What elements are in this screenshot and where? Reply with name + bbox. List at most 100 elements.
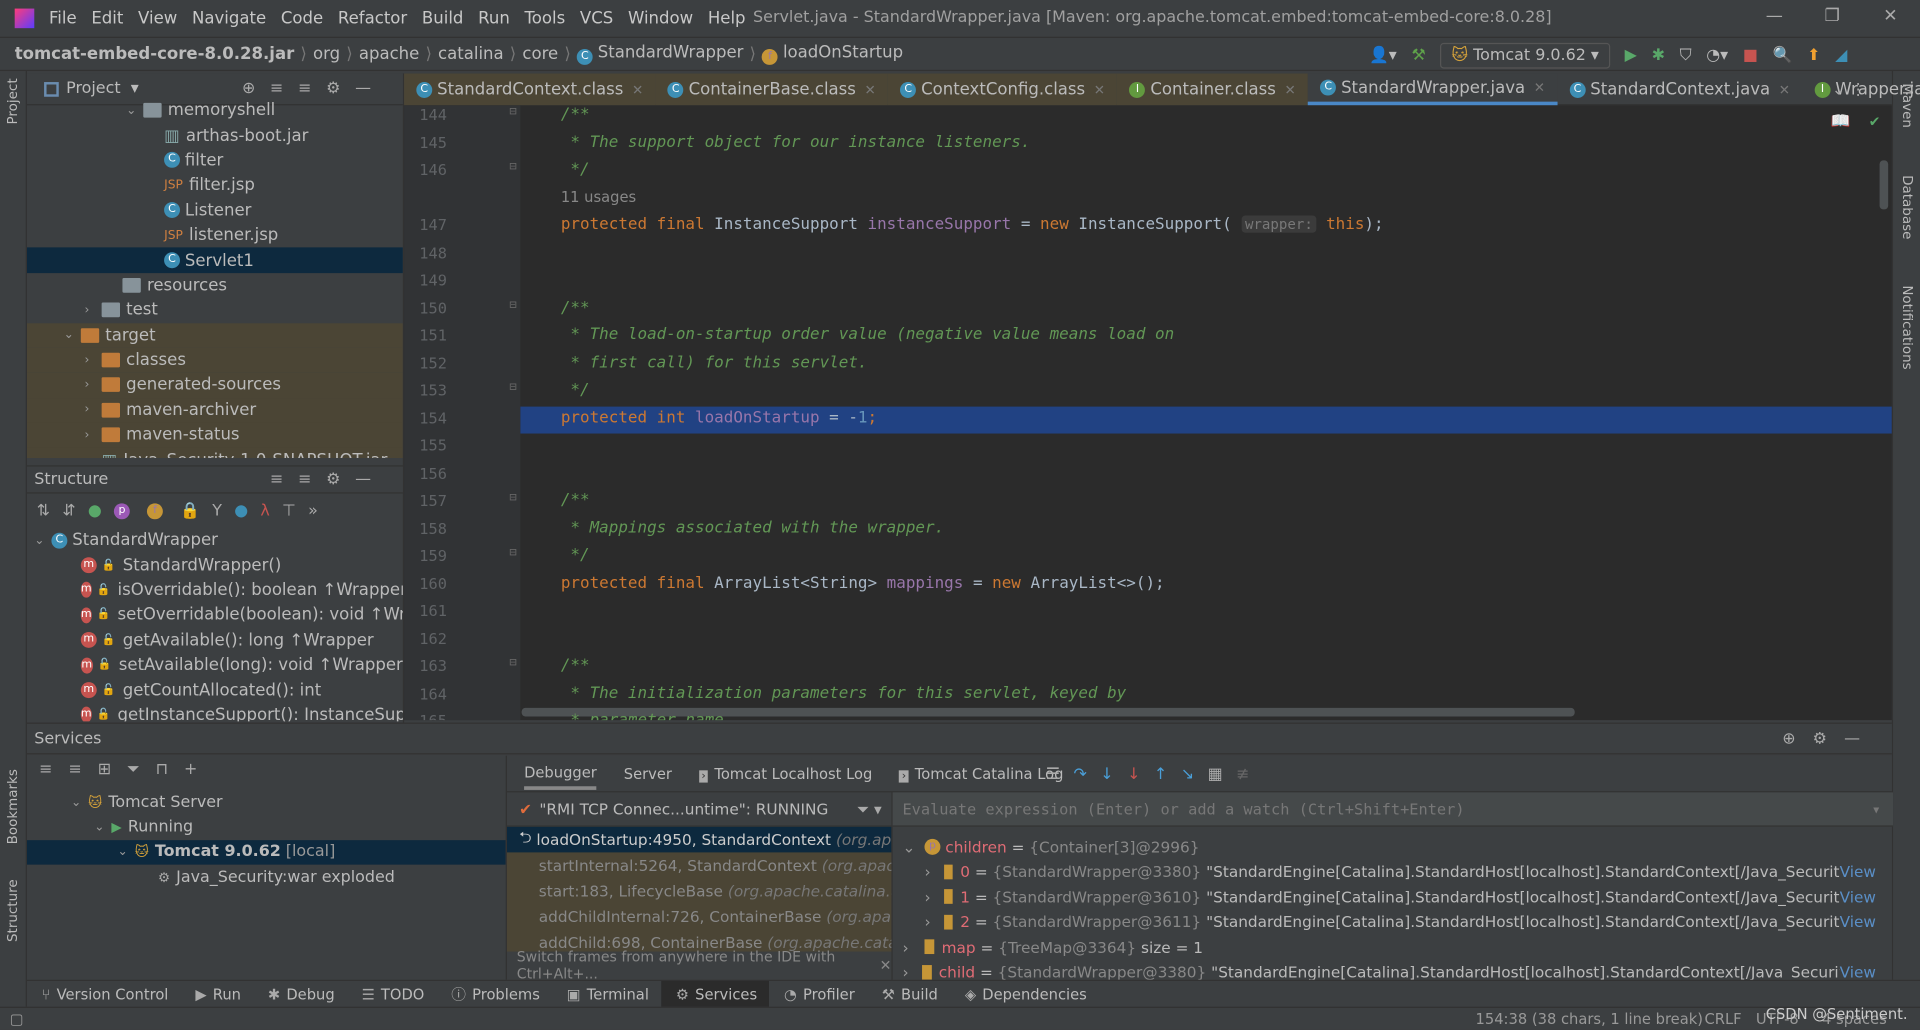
maximize-button[interactable]: ❐ xyxy=(1824,6,1839,26)
run-icon[interactable]: ▶ xyxy=(1625,47,1637,65)
stop-icon[interactable]: ■ xyxy=(1743,47,1758,65)
menu-window[interactable]: Window xyxy=(628,9,693,29)
close-tab-icon[interactable]: ✕ xyxy=(1284,81,1295,97)
stripe-bookmarks[interactable]: Bookmarks xyxy=(5,769,21,844)
project-tree-item[interactable]: › test xyxy=(27,298,403,323)
stripe-project[interactable]: Project xyxy=(5,78,21,124)
variable-row[interactable]: ⌄ p children = {Container[3]@2996} xyxy=(893,834,1879,859)
service-tree-item[interactable]: ⌄ 🐱 Tomcat 9.0.62 [local] xyxy=(26,839,506,865)
line-separator[interactable]: CRLF xyxy=(1704,1010,1741,1027)
structure-panel-actions[interactable]: ≡≡⚙— xyxy=(270,470,386,488)
chevron-right-icon[interactable]: › xyxy=(902,938,924,956)
menu-navigate[interactable]: Navigate xyxy=(192,9,266,29)
view-link[interactable]: View xyxy=(1840,888,1879,906)
editor-tab[interactable]: C ContextConfig.class ✕ xyxy=(888,73,1118,106)
project-tree-item[interactable]: C Servlet1 xyxy=(26,247,403,273)
code-token[interactable]: 11 usages xyxy=(561,188,636,205)
anonymous-icon[interactable]: Y xyxy=(212,502,222,520)
trace-icon[interactable]: ≢ xyxy=(1236,765,1249,783)
services-panel-actions[interactable]: ⊕⚙— xyxy=(1782,729,1877,747)
menu-vcs[interactable]: VCS xyxy=(580,9,613,29)
stripe-notifications[interactable]: Notifications xyxy=(1899,285,1915,369)
tool-window-services[interactable]: ⚙ Services xyxy=(661,980,770,1008)
stripe-database[interactable]: Database xyxy=(1899,175,1915,239)
autoscroll-icon[interactable]: ⊤ xyxy=(282,502,296,520)
chevron-right-icon[interactable]: › xyxy=(84,353,101,366)
chevron-right-icon[interactable]: › xyxy=(84,378,101,391)
stripe-structure[interactable]: Structure xyxy=(5,879,21,942)
chevron-down-icon[interactable]: ⌄ xyxy=(118,846,135,859)
tool-window-run[interactable]: ▶ Run xyxy=(181,980,254,1007)
menu-file[interactable]: File xyxy=(49,9,77,29)
group-icon[interactable]: ⊞ xyxy=(98,761,111,779)
editor-scrollbar[interactable] xyxy=(1879,160,1889,210)
profile-icon[interactable]: ◔▾ xyxy=(1706,47,1728,65)
chevron-right-icon[interactable]: › xyxy=(84,428,101,441)
project-tree-item[interactable]: › maven-status xyxy=(26,422,403,448)
toolbox-icon[interactable]: ◢ xyxy=(1835,47,1847,65)
fields-icon[interactable]: f xyxy=(147,502,164,519)
fold-icon[interactable]: ⊟ xyxy=(509,105,516,118)
properties-icon[interactable]: p xyxy=(114,502,130,519)
chevron-down-icon[interactable]: ⌄ xyxy=(126,104,143,117)
structure-item[interactable]: m🔓getInstanceSupport(): InstanceSupport xyxy=(27,703,403,722)
menu-refactor[interactable]: Refactor xyxy=(338,9,407,29)
step-out-icon[interactable]: ↑ xyxy=(1154,765,1167,783)
tool-window-terminal[interactable]: ▣ Terminal xyxy=(552,980,661,1007)
tool-window-debug[interactable]: ✱ Debug xyxy=(253,980,347,1007)
project-tree-item[interactable]: C Listener xyxy=(27,198,403,223)
debugger-tab[interactable]: Debugger xyxy=(524,757,597,790)
variable-row[interactable]: › 1 = {StandardWrapper@3610} "StandardEngi… xyxy=(893,884,1879,909)
stack-frame[interactable]: startInternal:5264, StandardContext (org.… xyxy=(507,852,892,878)
stack-frame[interactable]: ⮌ loadOnStartup:4950, StandardContext (org… xyxy=(506,826,892,853)
collapse-all-icon[interactable]: ≡ xyxy=(68,761,81,779)
user-icon[interactable]: 👤▾ xyxy=(1369,47,1397,65)
variable-row[interactable]: › 0 = {StandardWrapper@3380} "StandardEngi… xyxy=(893,859,1879,884)
run-to-cursor-icon[interactable]: ↘ xyxy=(1181,765,1194,783)
run-config-select[interactable]: 🐱 Tomcat 9.0.62 ▾ xyxy=(1440,42,1610,69)
debugger-tab[interactable]: Server xyxy=(624,765,672,782)
view-link[interactable]: View xyxy=(1840,862,1879,880)
code-editor[interactable]: 📖 ✔ 144 ⊟ /** 145 * The support object for … xyxy=(404,105,1892,721)
chevron-right-icon[interactable]: › xyxy=(84,303,101,316)
menu-build[interactable]: Build xyxy=(422,9,463,29)
service-tree-item[interactable]: ⌄ 🐱 Tomcat Server xyxy=(27,790,506,815)
close-tab-icon[interactable]: ✕ xyxy=(864,81,875,97)
project-tree-item[interactable]: ▥ arthas-boot.jar xyxy=(27,123,403,148)
tool-window-problems[interactable]: ⓘ Problems xyxy=(437,980,553,1007)
editor-tab[interactable]: C StandardWrapper.java ✕ xyxy=(1308,73,1558,106)
project-tree-item[interactable]: JSP filter.jsp xyxy=(27,173,403,198)
add-service-icon[interactable]: + xyxy=(184,761,197,779)
project-tree-item[interactable]: ▥Java_Security-1.0-SNAPSHOT.jar xyxy=(26,447,403,459)
build-hammer-icon[interactable]: ⚒ xyxy=(1411,47,1425,65)
chevron-down-icon[interactable]: ⌄ xyxy=(902,837,924,855)
menu-edit[interactable]: Edit xyxy=(91,9,123,29)
thread-filter-icon[interactable]: ⏷ ▾ xyxy=(857,799,882,819)
breadcrumb-item[interactable]: tomcat-embed-core-8.0.28.jar xyxy=(15,44,295,64)
fold-icon[interactable]: ⊟ xyxy=(509,160,516,173)
tool-window-todo[interactable]: ☰ TODO xyxy=(347,980,437,1007)
minimize-button[interactable]: — xyxy=(1766,6,1783,26)
project-tree-item[interactable]: ⌄ target xyxy=(26,322,403,348)
stack-frame[interactable]: addChildInternal:726, ContainerBase (org.… xyxy=(507,904,892,930)
chevron-right-icon[interactable]: › xyxy=(84,403,101,416)
expand-all-icon[interactable]: ≡ xyxy=(39,761,52,779)
debugger-tab[interactable]: › Tomcat Catalina Log xyxy=(899,765,1063,782)
project-tree-item[interactable]: › maven-archiver xyxy=(26,397,403,423)
more-icon[interactable]: » xyxy=(308,502,318,520)
chevron-down-icon[interactable]: ⌄ xyxy=(94,821,111,834)
editor-tab[interactable]: I Container.class ✕ xyxy=(1117,73,1309,106)
editor-tab[interactable]: C StandardContext.java ✕ xyxy=(1557,73,1802,105)
update-icon[interactable]: ⬆ xyxy=(1807,47,1820,65)
debugger-tab[interactable]: › Tomcat Localhost Log xyxy=(698,765,872,782)
dismiss-hint-icon[interactable]: ✕ xyxy=(880,956,892,973)
coverage-icon[interactable]: ⛉ xyxy=(1680,47,1692,65)
structure-item[interactable]: m 🔓 setAvailable(long): void ↑Wrapper xyxy=(27,653,403,678)
structure-item[interactable]: m 🔓 StandardWrapper() xyxy=(27,553,403,578)
menu-run[interactable]: Run xyxy=(478,9,510,29)
project-tree-item[interactable]: resources xyxy=(27,273,403,298)
fold-icon[interactable]: ⊟ xyxy=(509,656,516,669)
force-step-into-icon[interactable]: ↓ xyxy=(1127,765,1140,783)
close-tab-icon[interactable]: ✕ xyxy=(1779,81,1790,97)
sort-icon[interactable]: ⇅ xyxy=(37,502,50,520)
